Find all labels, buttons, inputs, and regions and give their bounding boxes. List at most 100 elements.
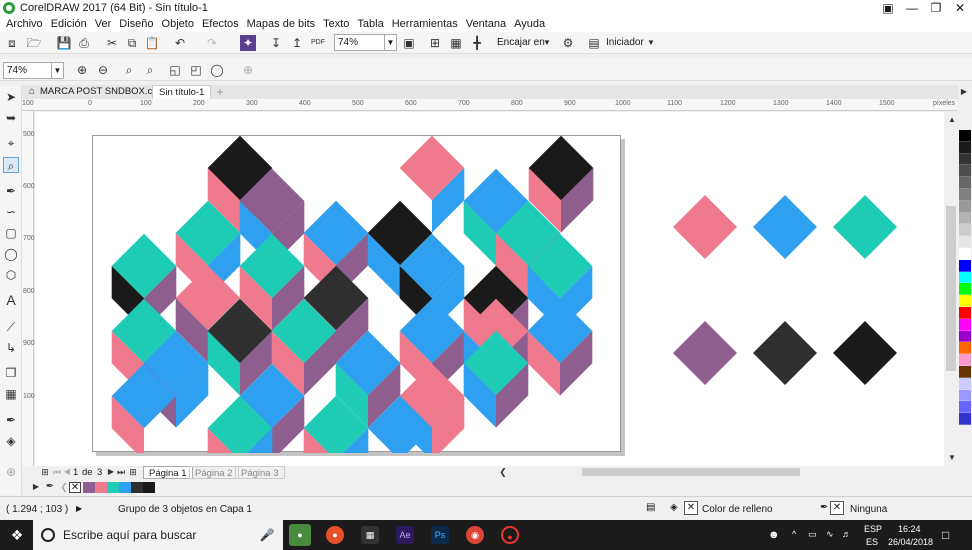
- crop-tool-icon[interactable]: ⌖: [3, 135, 19, 151]
- palette-swatch[interactable]: [959, 306, 971, 319]
- fill-bucket-icon[interactable]: ◈: [670, 502, 678, 513]
- palette-swatch[interactable]: [959, 377, 971, 390]
- zoom-out-icon[interactable]: ⊖: [95, 62, 111, 78]
- rectangle-tool-icon[interactable]: ▢: [3, 225, 19, 241]
- menu-objeto[interactable]: Objeto: [162, 18, 194, 30]
- save-icon[interactable]: 💾: [56, 35, 72, 51]
- people-icon[interactable]: ☻: [768, 529, 780, 541]
- open-icon[interactable]: 🗁: [26, 35, 42, 51]
- action-center-icon[interactable]: □: [942, 528, 949, 542]
- swatch-diamond[interactable]: [673, 321, 737, 385]
- zoom-width-icon[interactable]: ◰: [188, 62, 204, 78]
- artistic-media-tool-icon[interactable]: ∽: [3, 204, 19, 220]
- taskbar-search[interactable]: Escribe aquí para buscar 🎤: [33, 520, 283, 550]
- menu-ventana[interactable]: Ventana: [466, 18, 506, 30]
- coreldraw-taskbar-icon[interactable]: ●: [289, 524, 311, 546]
- menu-diseno[interactable]: Diseño: [119, 18, 153, 30]
- drop-shadow-tool-icon[interactable]: ❐: [3, 365, 19, 381]
- palette-swatch[interactable]: [959, 271, 971, 284]
- settings-gear-icon[interactable]: ⚙: [560, 35, 576, 51]
- launcher-chevron-down-icon[interactable]: ▼: [643, 35, 659, 51]
- palette-swatch[interactable]: [959, 212, 971, 225]
- paste-icon[interactable]: 📋: [144, 35, 160, 51]
- swatch-diamond[interactable]: [753, 321, 817, 385]
- horizontal-ruler[interactable]: 100 0 100 200 300 400 500 600 700 800 90…: [22, 99, 957, 111]
- palette-swatch[interactable]: [959, 188, 971, 201]
- zoom-level-combo[interactable]: 74% ▼: [334, 34, 397, 51]
- palette-swatch[interactable]: [959, 330, 971, 343]
- eyedropper-tool-icon[interactable]: ✒: [3, 412, 19, 428]
- palette-swatch[interactable]: [959, 247, 971, 260]
- new-document-icon[interactable]: ⧈: [4, 35, 20, 51]
- pdf-icon[interactable]: PDF: [310, 35, 326, 51]
- menu-ver[interactable]: Ver: [95, 18, 112, 30]
- shape-tool-icon[interactable]: ➥: [3, 110, 19, 126]
- notification-icon[interactable]: ▣: [876, 0, 900, 16]
- vertical-scrollbar[interactable]: ▲ ▼: [944, 112, 958, 466]
- search-content-icon[interactable]: ✦: [240, 35, 256, 51]
- no-color-swatch[interactable]: ✕: [69, 482, 81, 493]
- parallel-dimension-tool-icon[interactable]: ⟋: [3, 319, 19, 335]
- palette-swatch[interactable]: [959, 165, 971, 178]
- freehand-tool-icon[interactable]: ✒: [3, 183, 19, 199]
- color-palette[interactable]: [958, 130, 972, 470]
- snap-chevron-down-icon[interactable]: ▼: [539, 35, 555, 51]
- palette-swatch[interactable]: [959, 141, 971, 154]
- export-icon[interactable]: ↥: [289, 35, 305, 51]
- document-palette-swatch[interactable]: [83, 482, 95, 493]
- palette-swatch[interactable]: [959, 224, 971, 237]
- document-palette-swatch[interactable]: [131, 482, 143, 493]
- document-palette-swatch[interactable]: [119, 482, 131, 493]
- palette-swatch[interactable]: [959, 295, 971, 307]
- undo-icon[interactable]: ↶: [172, 35, 188, 51]
- horizontal-scroll-thumb[interactable]: [582, 468, 800, 476]
- swatch-diamond[interactable]: [753, 195, 817, 259]
- swatch-diamond[interactable]: [673, 195, 737, 259]
- palette-swatch[interactable]: [959, 283, 971, 296]
- zoom-all-objects-icon[interactable]: ⌕: [142, 62, 158, 78]
- interactive-fill-tool-icon[interactable]: ◈: [3, 433, 19, 449]
- tab-pagina-2[interactable]: Página 2: [189, 466, 239, 479]
- redo-icon[interactable]: ↷: [204, 35, 220, 51]
- palette-swatch[interactable]: [959, 365, 971, 378]
- vertical-scroll-thumb[interactable]: [946, 206, 956, 371]
- restore-icon[interactable]: ❐: [924, 0, 948, 16]
- add-tool-icon[interactable]: ⊕: [3, 464, 19, 480]
- palette-swatch[interactable]: [959, 318, 971, 331]
- vertical-ruler[interactable]: 500 600 700 800 900 1000: [22, 111, 39, 466]
- menu-tabla[interactable]: Tabla: [357, 18, 383, 30]
- document-palette-swatch[interactable]: [107, 482, 119, 493]
- zoom-selected-icon[interactable]: ⌕: [121, 62, 137, 78]
- document-palette-swatch[interactable]: [95, 482, 107, 493]
- minimize-icon[interactable]: —: [900, 0, 924, 16]
- palette-swatch[interactable]: [959, 177, 971, 189]
- isometric-cube-pattern[interactable]: [93, 135, 622, 466]
- volume-icon[interactable]: ♬: [842, 529, 851, 539]
- palette-swatch[interactable]: [959, 236, 971, 248]
- color-proof-icon[interactable]: ▤: [646, 502, 655, 513]
- palette-swatch[interactable]: [959, 354, 971, 366]
- chrome-taskbar-icon[interactable]: ◉: [466, 526, 484, 544]
- import-icon[interactable]: ↧: [268, 35, 284, 51]
- palette-swatch[interactable]: [959, 413, 971, 425]
- pick-tool-icon[interactable]: ➤: [3, 89, 19, 105]
- outline-none-icon[interactable]: ✕: [830, 501, 844, 515]
- after-effects-taskbar-icon[interactable]: Ae: [396, 526, 414, 544]
- drawing-canvas[interactable]: [35, 112, 957, 466]
- zoom-tool-icon[interactable]: ⌕: [3, 157, 19, 173]
- swatch-diamond[interactable]: [833, 321, 897, 385]
- zoom-height-icon[interactable]: ◯: [209, 62, 225, 78]
- palette-swatch[interactable]: [959, 389, 971, 402]
- battery-icon[interactable]: ▭: [808, 529, 817, 540]
- tab-pagina-3[interactable]: Página 3: [235, 466, 285, 479]
- outline-pen-icon[interactable]: ✒: [820, 502, 828, 513]
- guidelines-icon[interactable]: ╋: [469, 35, 485, 51]
- scroll-up-icon[interactable]: ▲: [944, 112, 960, 128]
- menu-edicion[interactable]: Edición: [51, 18, 87, 30]
- full-screen-icon[interactable]: ▣: [401, 35, 417, 51]
- add-page-icon[interactable]: ⊞: [125, 464, 141, 480]
- windows-start-icon[interactable]: ❖: [9, 527, 25, 543]
- print-icon[interactable]: ⎙: [76, 35, 92, 51]
- menu-texto[interactable]: Texto: [323, 18, 349, 30]
- palette-swatch[interactable]: [959, 401, 971, 414]
